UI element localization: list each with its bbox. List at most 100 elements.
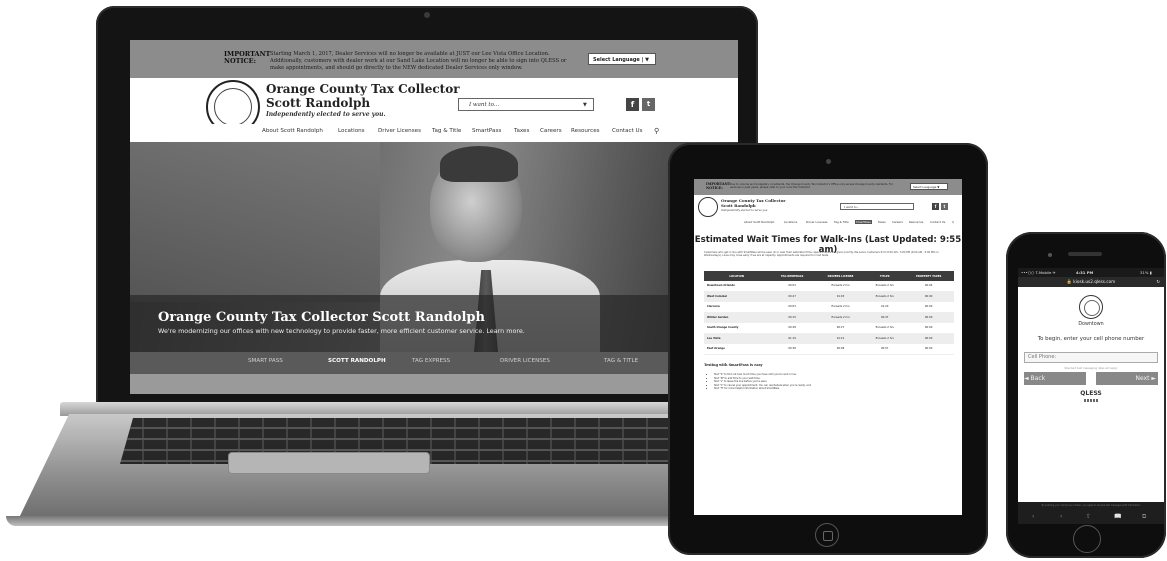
reload-icon[interactable]: ↻ <box>1156 277 1160 287</box>
wait-time-cell: 00:00 <box>903 322 954 334</box>
nav-locations[interactable]: Locations <box>338 128 365 134</box>
wait-time-cell: Exceeds 2 hrs <box>814 312 867 323</box>
list-item: Text "H" for more helpful information ab… <box>714 387 944 391</box>
carrier-label: •••○○ T-Mobile ✈ <box>1021 270 1056 275</box>
select-language-button[interactable]: Select Language | ▼ <box>588 53 656 65</box>
table-body: Downtown Orlando 00:03 Exceeds 2 hrs Exceed… <box>704 281 954 355</box>
wait-times-table: LOCATION TAG RENEWALS DRIVERS LICENSE TI… <box>704 271 954 355</box>
nav-careers[interactable]: Careers <box>540 128 562 134</box>
tablet-home-button[interactable] <box>815 523 839 547</box>
location-cell: Downtown Orlando <box>704 281 770 292</box>
phone-home-button[interactable] <box>1073 525 1101 553</box>
wait-time-cell: 00:15 <box>769 312 815 323</box>
nav-careers[interactable]: Careers <box>892 220 903 224</box>
laptop-screen: IMPORTANT NOTICE: Starting March 1, 2017… <box>130 40 738 394</box>
search-icon[interactable]: ⚲ <box>952 220 954 224</box>
nav-about[interactable]: About Scott Randolph <box>262 128 323 134</box>
laptop-camera <box>424 12 430 18</box>
wait-time-cell: Exceeds 2 hrs <box>814 301 867 313</box>
select-placeholder: I want to... <box>469 102 500 108</box>
main-nav: About Scott Randolph Locations Driver Li… <box>130 124 738 143</box>
nav-locations[interactable]: Locations <box>784 220 797 224</box>
site-title-line1[interactable]: Orange County Tax Collector <box>266 82 460 96</box>
site-tagline: Independently elected to serve you. <box>721 209 769 212</box>
hero-tabs: SMART PASS SCOTT RANDOLPH TAG EXPRESS DR… <box>130 352 738 374</box>
county-seal-logo <box>1079 295 1103 319</box>
nav-driver-licenses[interactable]: Driver Licenses <box>806 220 828 224</box>
search-icon[interactable]: ⚲ <box>654 127 659 135</box>
battery-icon: 31% ▮ <box>1140 270 1152 275</box>
tab-driver-licenses[interactable]: DRIVER LICENSES <box>500 358 550 364</box>
nav-taxes[interactable]: Taxes <box>514 128 529 134</box>
wait-time-cell: 00:38 <box>769 343 815 355</box>
column-header: TITLES <box>866 271 904 281</box>
wait-time-cell: 00:27 <box>814 322 867 334</box>
wait-time-cell: 00:47 <box>866 312 904 323</box>
cell-phone-input[interactable] <box>1024 352 1158 363</box>
phone-device: •••○○ T-Mobile ✈ 4:31 PM 31% ▮ 🔒 kiosk.u… <box>1006 232 1166 558</box>
wait-time-cell: 00:08 <box>814 343 867 355</box>
facebook-icon[interactable]: f <box>626 98 639 111</box>
table-row: Clarcona 00:03 Exceeds 2 hrs 01:20 00:00 <box>704 301 954 313</box>
next-button[interactable]: Next ► <box>1096 372 1158 385</box>
nav-driver-licenses[interactable]: Driver Licenses <box>378 128 421 134</box>
back-arrow-icon[interactable]: ‹ <box>1032 513 1034 520</box>
select-language-button[interactable]: Select Language ▼ <box>910 183 948 190</box>
qless-logo: QLESS <box>1080 390 1102 397</box>
tab-smart-pass[interactable]: SMART PASS <box>248 358 283 364</box>
notice-heading: IMPORTANT NOTICE: <box>706 182 731 190</box>
table-header-row: LOCATION TAG RENEWALS DRIVERS LICENSE TI… <box>704 271 954 281</box>
table-row: East Orange 00:38 00:08 00:57 00:00 <box>704 343 954 355</box>
browser-toolbar: ‹ › ⇧ 📖 ⧉ <box>1018 510 1164 524</box>
nav-resources[interactable]: Resources <box>571 128 600 134</box>
address-bar[interactable]: 🔒 kiosk.us2.qless.com ↻ <box>1018 277 1164 287</box>
wait-time-cell: Exceeds 2 hrs <box>866 281 904 292</box>
phone-camera <box>1048 253 1052 257</box>
i-want-to-select[interactable]: I want to... <box>840 203 914 210</box>
wait-time-cell: Exceeds 2 hrs <box>814 281 867 292</box>
forward-arrow-icon[interactable]: › <box>1060 513 1062 520</box>
qless-logo-dots <box>1084 399 1098 402</box>
hero-title[interactable]: Orange County Tax Collector Scott Randol… <box>158 310 485 325</box>
hero-background <box>130 142 380 302</box>
county-seal-logo[interactable] <box>698 197 718 217</box>
seal-inner-ring <box>214 88 252 126</box>
site-title-line2[interactable]: Scott Randolph <box>266 96 370 110</box>
tablet-screen: IMPORTANT NOTICE: Due to volume and budg… <box>694 179 962 515</box>
wait-time-cell: 00:03 <box>769 281 815 292</box>
tabs-icon[interactable]: ⧉ <box>1142 513 1146 521</box>
hero-subtitle[interactable]: We're modernizing our offices with new t… <box>158 327 525 335</box>
tab-scott-randolph[interactable]: SCOTT RANDOLPH <box>328 358 386 364</box>
status-bar: •••○○ T-Mobile ✈ 4:31 PM 31% ▮ <box>1018 268 1164 277</box>
tablet-device: IMPORTANT NOTICE: Due to volume and budg… <box>668 143 988 555</box>
tab-tag-express[interactable]: TAG EXPRESS <box>412 358 450 364</box>
column-header: DRIVERS LICENSE <box>814 271 867 281</box>
facebook-icon[interactable]: f <box>932 203 939 210</box>
twitter-icon[interactable]: t <box>941 203 948 210</box>
nav-taxes[interactable]: Taxes <box>878 220 886 224</box>
twitter-icon[interactable]: t <box>642 98 655 111</box>
back-button[interactable]: ◄ Back <box>1024 372 1086 385</box>
wait-time-cell: 00:00 <box>903 301 954 313</box>
i-want-to-select[interactable]: I want to... ▼ <box>458 98 594 111</box>
nav-resources[interactable]: Resources <box>909 220 923 224</box>
location-cell: Lee Vista <box>704 333 770 344</box>
location-cell: Winter Garden <box>704 312 770 323</box>
bookmarks-icon[interactable]: 📖 <box>1114 513 1121 520</box>
wait-time-cell: 00:00 <box>903 291 954 302</box>
nav-smartpass[interactable]: SmartPass <box>472 128 501 134</box>
table-row: South Orange County 00:28 00:27 Exceeds 2 h… <box>704 322 954 334</box>
nav-smartpass[interactable]: SmartPass <box>855 220 872 224</box>
share-icon[interactable]: ⇧ <box>1086 513 1091 520</box>
site-title[interactable]: Orange County Tax Collector Scott Randolp… <box>721 198 786 208</box>
wait-time-cell: 00:00 <box>903 333 954 344</box>
wait-time-cell: 00:00 <box>903 343 954 355</box>
tab-tag-title[interactable]: TAG & TITLE <box>604 358 638 364</box>
nav-about[interactable]: About Scott Randolph <box>744 220 774 224</box>
wait-time-cell: 01:20 <box>866 301 904 313</box>
nav-contact[interactable]: Contact Us <box>930 220 945 224</box>
nav-tag-title[interactable]: Tag & Title <box>834 220 849 224</box>
nav-tag-title[interactable]: Tag & Title <box>432 128 461 134</box>
notice-heading: IMPORTANT NOTICE: <box>224 50 271 65</box>
nav-contact[interactable]: Contact Us <box>612 128 643 134</box>
